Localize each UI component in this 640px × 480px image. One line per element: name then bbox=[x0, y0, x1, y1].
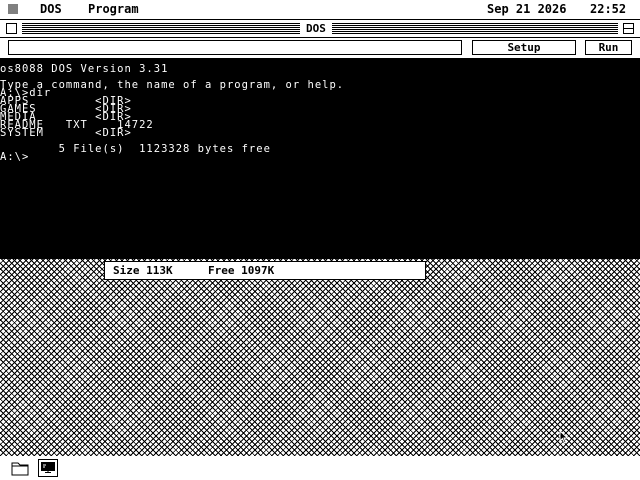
window-title: DOS bbox=[300, 21, 332, 36]
monitor-icon[interactable] bbox=[38, 459, 58, 477]
apple-menu-icon[interactable] bbox=[8, 4, 18, 15]
dock bbox=[0, 456, 640, 480]
mouse-pointer-icon bbox=[559, 430, 569, 444]
console-line: SYSTEM <DIR> bbox=[0, 127, 132, 139]
command-field[interactable] bbox=[8, 40, 462, 55]
dos-console[interactable]: os8088 DOS Version 3.31 Type a command, … bbox=[0, 58, 640, 259]
disk-size-label: Size 113K bbox=[113, 264, 173, 277]
zoom-box-icon[interactable] bbox=[623, 23, 634, 34]
close-box-icon[interactable] bbox=[6, 23, 17, 34]
toolbar: Setup Run bbox=[0, 38, 640, 58]
disk-free-label: Free 1097K bbox=[208, 264, 275, 277]
console-line: os8088 DOS Version 3.31 bbox=[0, 63, 169, 75]
desktop-background[interactable] bbox=[0, 259, 640, 456]
window-title-bar[interactable]: DOS bbox=[0, 20, 640, 38]
menubar-clock: 22:52 bbox=[590, 2, 627, 16]
menu-item-dos[interactable]: DOS bbox=[40, 0, 62, 19]
menu-bar: DOS Program Sep 21 2026 22:52 bbox=[0, 0, 640, 20]
console-prompt: A:\> bbox=[0, 151, 30, 163]
console-line: 5 File(s) 1123328 bytes free bbox=[0, 143, 271, 155]
setup-button[interactable]: Setup bbox=[472, 40, 576, 55]
run-button[interactable]: Run bbox=[585, 40, 632, 55]
menubar-date: Sep 21 2026 bbox=[487, 2, 567, 16]
menu-item-program[interactable]: Program bbox=[88, 0, 139, 19]
folder-icon[interactable] bbox=[10, 459, 30, 477]
disk-status-bar: Size 113K Free 1097K bbox=[104, 261, 426, 280]
console-line: Type a command, the name of a program, o… bbox=[0, 79, 345, 91]
